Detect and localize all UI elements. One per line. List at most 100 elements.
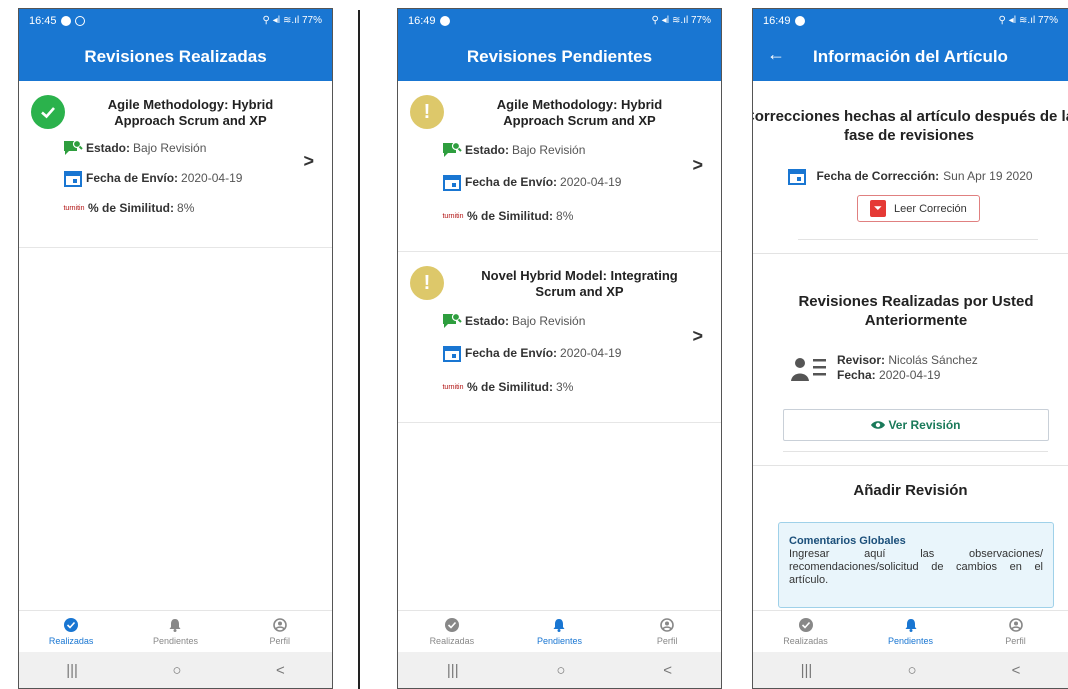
- status-bar: 16:49 ⚲ ◂ǀ ≋.ıl 77%: [753, 9, 1068, 32]
- nav-tab-realizadas[interactable]: Realizadas: [26, 617, 116, 646]
- screenshot-divider: [358, 10, 360, 689]
- similitud-label: % de Similitud:: [88, 201, 175, 215]
- home-button[interactable]: ○: [556, 662, 565, 679]
- ver-revision-label: Ver Revisión: [888, 418, 961, 432]
- nav-tab-perfil[interactable]: Perfil: [235, 617, 325, 646]
- user-list-icon: [791, 353, 827, 383]
- similitud-row: turnitin % de Similitud: 8%: [442, 203, 721, 229]
- estado-value: Bajo Revisión: [512, 143, 586, 157]
- calendar-icon: [63, 168, 83, 188]
- status-indicators: ⚲ ◂ǀ ≋.ıl 77%: [262, 15, 322, 26]
- chevron-right-icon[interactable]: >: [692, 155, 703, 176]
- fecha-correccion-value: Sun Apr 19 2020: [943, 169, 1033, 183]
- app-bar: Revisiones Realizadas: [19, 32, 332, 81]
- anadir-revision-title: Añadir Revisión: [853, 482, 968, 499]
- nav-tab-perfil[interactable]: Perfil: [622, 617, 712, 646]
- nav-label-pendientes: Pendientes: [536, 635, 582, 646]
- home-button[interactable]: ○: [907, 662, 916, 679]
- check-circle-icon: [31, 95, 65, 129]
- turnitin-icon: turnitin: [63, 198, 85, 218]
- status-indicators: ⚲ ◂ǀ ≋.ıl 77%: [998, 15, 1058, 26]
- similitud-value: 8%: [177, 201, 195, 215]
- leer-correccion-button[interactable]: ⏷ Leer Correción: [857, 195, 980, 222]
- back-button[interactable]: <: [276, 662, 285, 679]
- status-bar: 16:49 ⚲ ◂ǀ ≋.ıl 77%: [398, 9, 721, 32]
- nav-label-pendientes: Pendientes: [887, 635, 934, 646]
- phone-screen-realizadas: 16:45 ⚲ ◂ǀ ≋.ıl 77% Revisiones Realizada…: [18, 8, 333, 689]
- recents-button[interactable]: |||: [801, 662, 813, 679]
- status-app-icon: [439, 15, 450, 26]
- article-info: Correcciones hechas al artículo después …: [753, 81, 1068, 610]
- recents-button[interactable]: |||: [66, 662, 78, 679]
- home-button[interactable]: ○: [172, 662, 181, 679]
- review-card[interactable]: ! Novel Hybrid Model: Integrating Scrum …: [398, 252, 721, 423]
- nav-tab-realizadas[interactable]: Realizadas: [761, 617, 851, 646]
- status-indicators: ⚲ ◂ǀ ≋.ıl 77%: [651, 15, 711, 26]
- leer-correccion-label: Leer Correción: [894, 202, 967, 215]
- divider: [798, 239, 1038, 240]
- fecha-label: Fecha:: [837, 368, 876, 382]
- fecha-label: Fecha de Envío:: [86, 171, 179, 185]
- pdf-icon: ⏷: [870, 200, 886, 217]
- back-button[interactable]: <: [663, 662, 672, 679]
- chevron-right-icon[interactable]: >: [303, 151, 314, 172]
- divider: [783, 451, 1048, 452]
- calendar-icon: [442, 343, 462, 363]
- whatsapp-icon: [74, 15, 85, 26]
- check-circle-icon: [444, 617, 459, 632]
- recents-button[interactable]: |||: [447, 662, 459, 679]
- review-card[interactable]: Agile Methodology: Hybrid Approach Scrum…: [19, 81, 332, 248]
- status-app-icon: [794, 15, 805, 26]
- user-circle-icon: [660, 617, 674, 632]
- nav-tab-pendientes[interactable]: Pendientes: [130, 618, 220, 646]
- chevron-right-icon[interactable]: >: [692, 326, 703, 347]
- back-button[interactable]: <: [1012, 662, 1021, 679]
- fecha-value: 2020-04-19: [181, 171, 243, 185]
- page-title: Información del Artículo: [813, 46, 1008, 66]
- comentarios-placeholder: Ingresar aquí las observaciones/ recomen…: [789, 548, 1043, 586]
- phone-screen-pendientes: 16:49 ⚲ ◂ǀ ≋.ıl 77% Revisiones Pendiente…: [397, 8, 722, 689]
- status-bar: 16:45 ⚲ ◂ǀ ≋.ıl 77%: [19, 9, 332, 32]
- article-title: Novel Hybrid Model: Integrating Scrum an…: [481, 268, 678, 299]
- nav-tab-realizadas[interactable]: Realizadas: [407, 617, 497, 646]
- bottom-navigation: Realizadas Pendientes Perfil: [398, 610, 721, 652]
- bottom-navigation: Realizadas Pendientes Perfil: [753, 610, 1068, 652]
- estado-row: Estado: Bajo Revisión: [442, 308, 721, 334]
- nav-label-realizadas: Realizadas: [783, 635, 828, 646]
- leer-correccion-wrapper: ⏷ Leer Correción: [857, 195, 980, 222]
- fecha-value: 2020-04-19: [879, 368, 941, 382]
- similitud-label: % de Similitud:: [467, 209, 554, 223]
- similitud-row: turnitin % de Similitud: 8%: [63, 195, 332, 221]
- status-time: 16:49: [408, 14, 436, 27]
- bell-icon: [169, 618, 181, 632]
- nav-tab-pendientes[interactable]: Pendientes: [866, 618, 956, 646]
- app-bar: Revisiones Pendientes: [398, 32, 721, 81]
- nav-label-realizadas: Realizadas: [48, 635, 94, 646]
- nav-label-perfil: Perfil: [1005, 635, 1026, 646]
- turnitin-label: turnitin: [442, 383, 464, 391]
- eye-icon: [871, 420, 886, 430]
- article-title: Agile Methodology: Hybrid Approach Scrum…: [496, 97, 663, 128]
- fecha-row: Fecha de Envío: 2020-04-19: [442, 169, 721, 195]
- revisor-value: Nicolás Sánchez: [888, 353, 978, 367]
- bell-icon: [905, 618, 916, 632]
- fecha-value: 2020-04-19: [560, 175, 622, 189]
- nav-tab-pendientes[interactable]: Pendientes: [514, 618, 604, 646]
- comentarios-globales-box[interactable]: Comentarios Globales Ingresar aquí las o…: [778, 522, 1054, 608]
- correcciones-title: Correcciones hechas al artículo después …: [753, 108, 1068, 144]
- back-arrow-icon[interactable]: ←: [767, 44, 785, 65]
- ver-revision-button[interactable]: Ver Revisión: [783, 409, 1049, 441]
- revisor-label: Revisor:: [837, 353, 886, 367]
- calendar-icon: [442, 172, 462, 192]
- bell-icon: [553, 618, 565, 632]
- estado-label: Estado:: [465, 143, 510, 157]
- nav-tab-perfil[interactable]: Perfil: [971, 617, 1061, 646]
- similitud-value: 3%: [556, 380, 574, 394]
- turnitin-icon: turnitin: [442, 377, 464, 397]
- fecha-row: Fecha de Envío: 2020-04-19: [63, 165, 332, 191]
- revisiones-title: Revisiones Realizadas por Usted Anterior…: [798, 293, 1034, 329]
- turnitin-label: turnitin: [442, 212, 464, 220]
- estado-row: Estado: Bajo Revisión: [442, 137, 721, 163]
- review-card[interactable]: ! Agile Methodology: Hybrid Approach Scr…: [398, 81, 721, 252]
- fecha-correccion-label: Fecha de Corrección:: [816, 169, 940, 183]
